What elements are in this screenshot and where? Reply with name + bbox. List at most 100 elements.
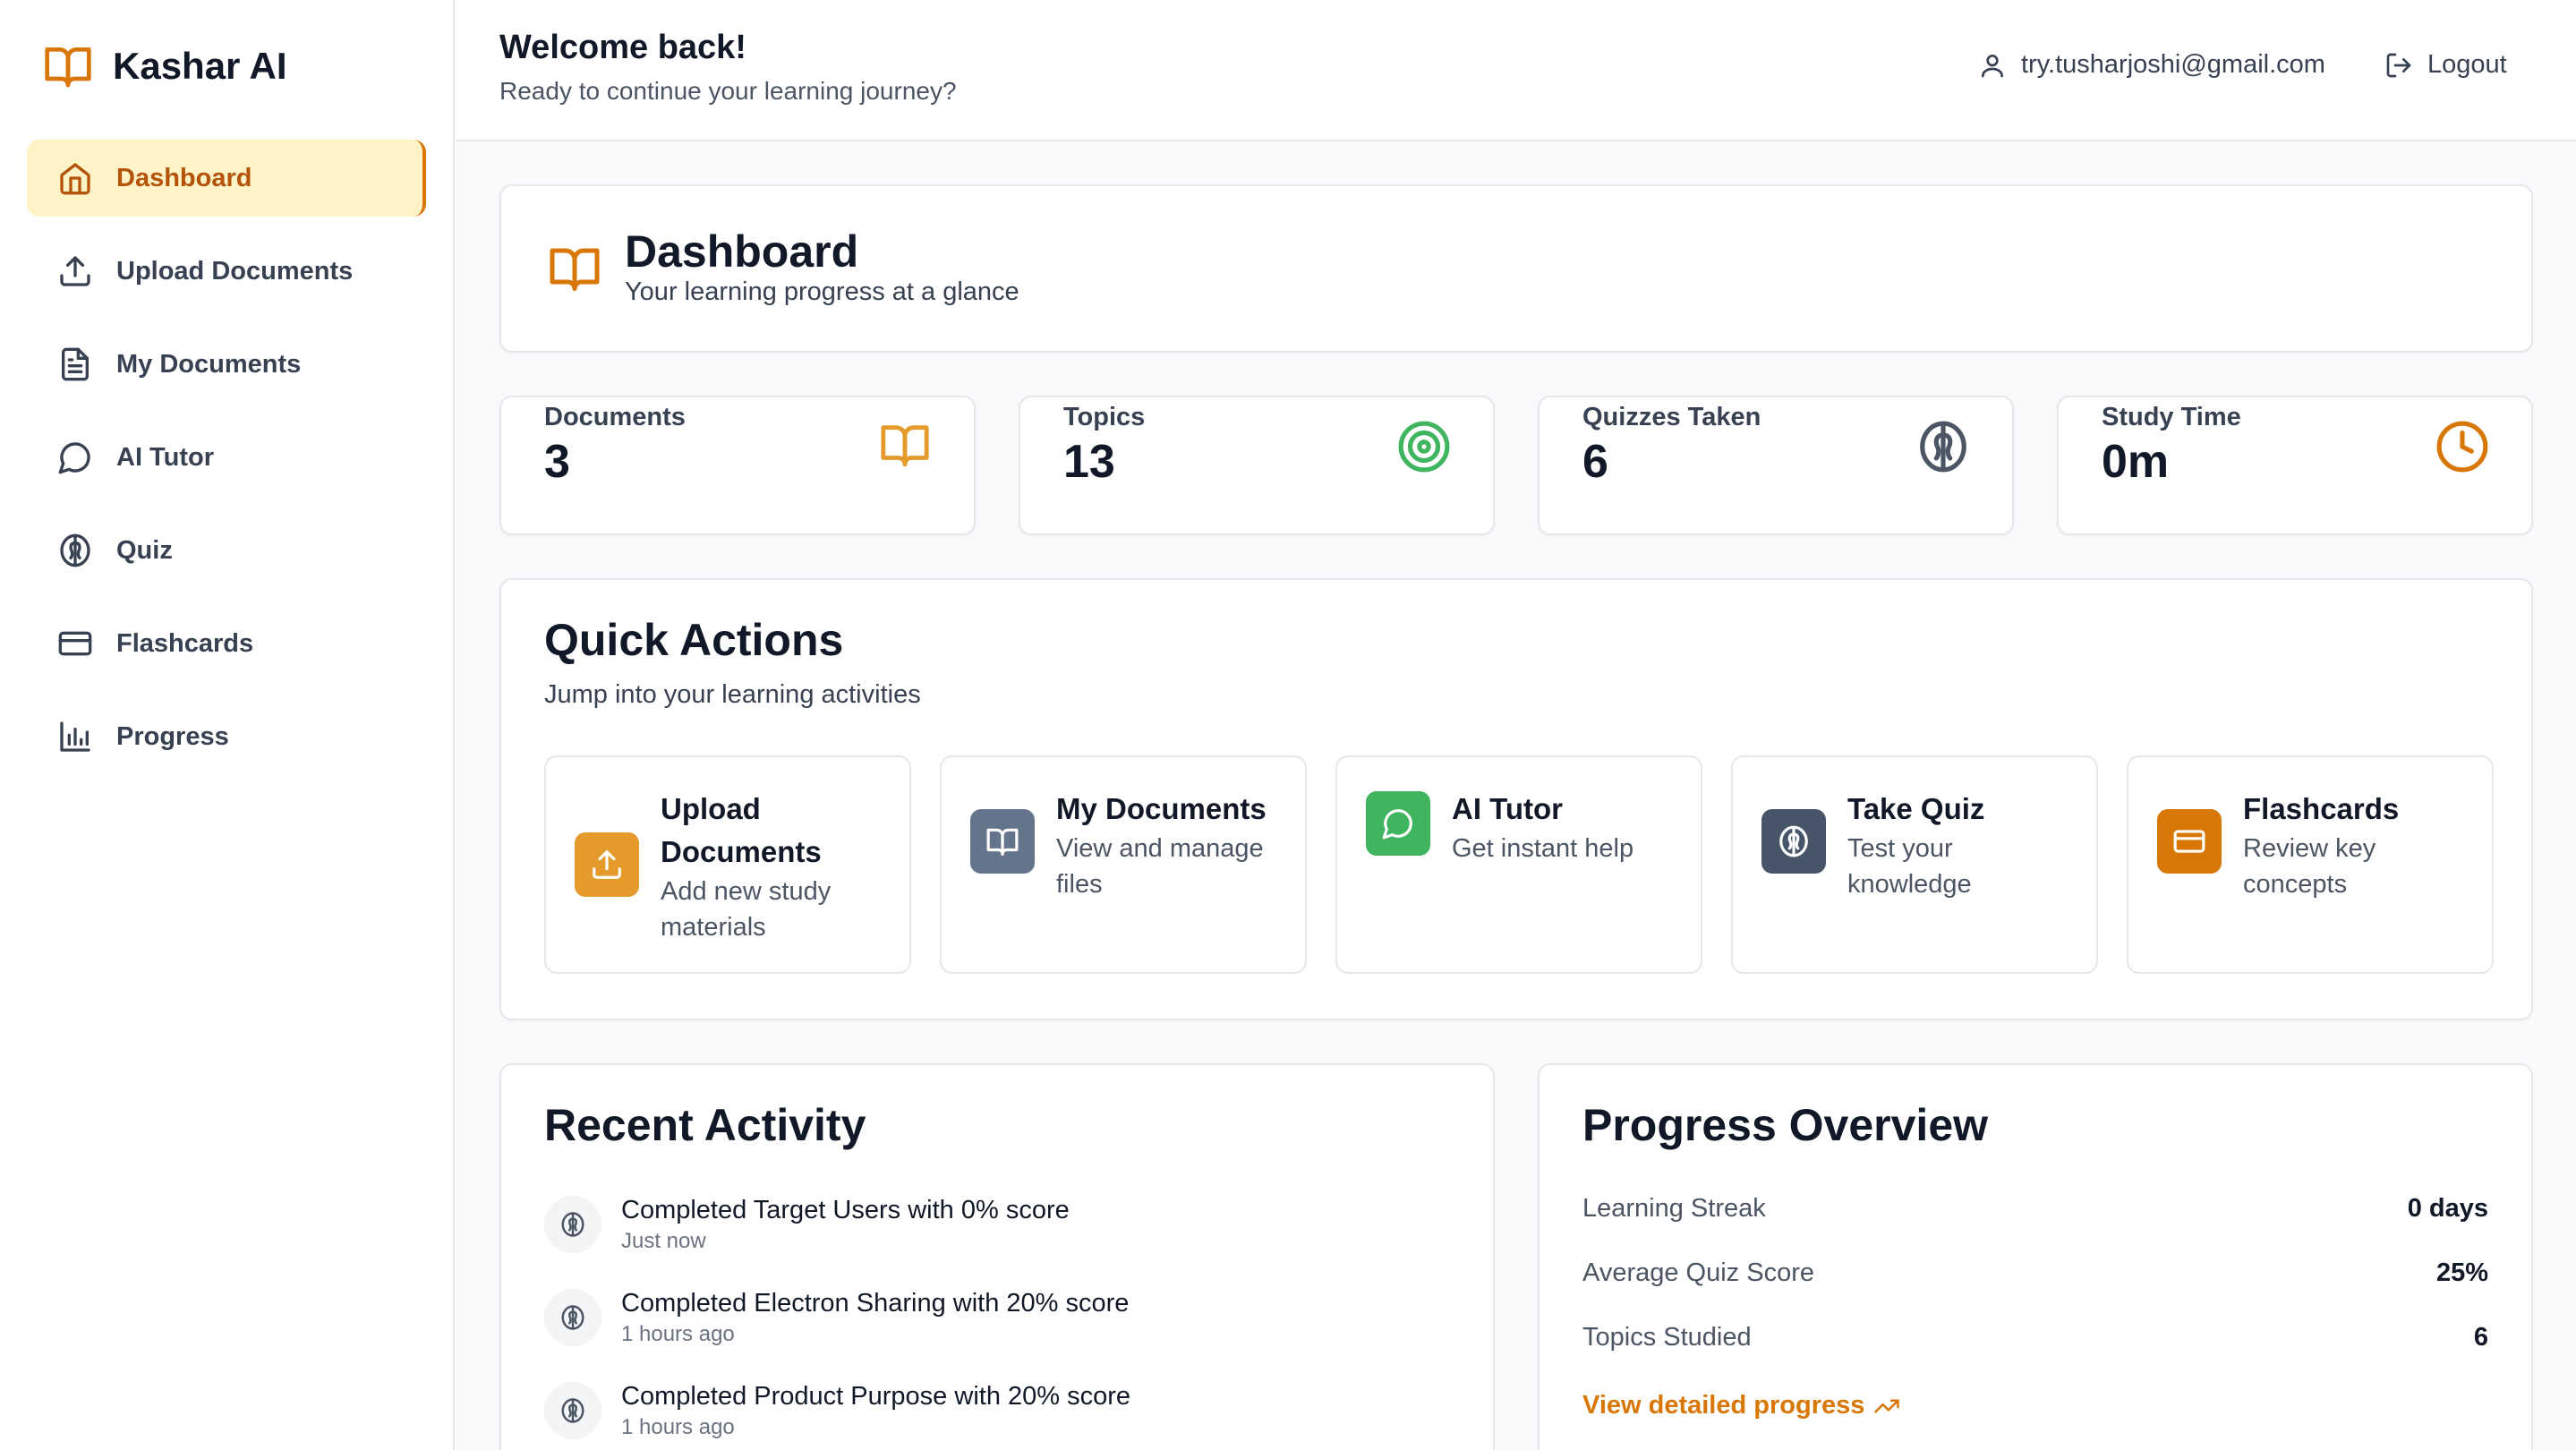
progress-label: Learning Streak [1582,1194,1766,1223]
quick-action-title: Upload [661,792,761,825]
sidebar-item-quiz[interactable]: Quiz [27,512,426,589]
welcome-subtitle: Ready to continue your learning journey? [499,77,957,105]
progress-row: Topics Studied 6 [1582,1323,2488,1359]
stat-card-quizzes: Quizzes Taken 6 [1538,396,2014,535]
stat-card-documents: Documents 3 [499,396,976,535]
sidebar: Kashar AI Dashboard Upload Documents My … [0,0,455,1450]
chat-icon [57,439,93,475]
user-account[interactable]: try.tusharjoshi@gmail.com [1978,50,2325,80]
brain-icon [544,1289,601,1346]
quick-action-desc: Add new study [661,877,832,906]
progress-row: Average Quiz Score 25% [1582,1258,2488,1294]
stat-value: 6 [1582,436,1608,488]
sidebar-item-label: Dashboard [116,163,252,192]
brain-icon [1915,419,1971,474]
recent-activity-card: Recent Activity Completed Target Users w… [499,1063,1495,1450]
sidebar-item-ai-tutor[interactable]: AI Tutor [27,419,426,496]
document-icon [57,346,93,382]
brain-icon [1761,809,1826,874]
upload-icon [575,832,639,897]
quick-action-desc: concepts [2243,870,2348,899]
quick-action-desc: Review key [2243,834,2376,863]
sidebar-item-label: AI Tutor [116,442,214,472]
activity-time: Just now [621,1229,706,1253]
sidebar-item-progress[interactable]: Progress [27,698,426,775]
progress-row: Learning Streak 0 days [1582,1194,2488,1230]
quick-actions-card: Quick Actions Jump into your learning ac… [499,578,2533,1020]
quick-action-title: My Documents [1056,792,1267,825]
card-icon [57,626,93,661]
quick-action-title: Flashcards [2243,792,2400,825]
top-header: Welcome back! Ready to continue your lea… [456,0,2576,141]
stat-label: Study Time [2102,403,2241,431]
brain-icon [57,533,93,568]
activity-time: 1 hours ago [621,1415,735,1439]
upload-icon [57,253,93,289]
progress-value: 6 [2473,1323,2488,1352]
section-title: Quick Actions [544,615,844,665]
user-email: try.tusharjoshi@gmail.com [2021,50,2325,79]
quick-action-flashcards[interactable]: Flashcards Review key concepts [2127,755,2494,974]
trending-up-icon [1873,1393,1900,1420]
clock-icon [2435,419,2490,474]
welcome-title: Welcome back! [499,29,746,66]
brain-icon [544,1382,601,1439]
brand[interactable]: Kashar AI [41,39,287,93]
quick-action-desc: View and manage [1056,834,1264,863]
quick-action-desc: Test your [1847,834,1953,863]
target-icon [1396,419,1452,474]
page-title: Dashboard [625,226,859,277]
stat-card-topics: Topics 13 [1019,396,1495,535]
section-subtitle: Jump into your learning activities [544,680,921,709]
quick-action-title: Take Quiz [1847,792,1985,825]
quick-action-take-quiz[interactable]: Take Quiz Test your knowledge [1731,755,2098,974]
sidebar-item-my-documents[interactable]: My Documents [27,326,426,403]
book-icon [877,419,933,471]
progress-label: Average Quiz Score [1582,1258,1814,1287]
quick-action-desc: Get instant help [1452,834,1634,863]
section-title: Recent Activity [544,1100,866,1150]
stat-label: Quizzes Taken [1582,403,1761,431]
sidebar-item-label: Quiz [116,535,173,565]
quick-action-upload-documents[interactable]: Upload Documents Add new study materials [544,755,911,974]
sidebar-item-label: Flashcards [116,628,254,658]
chat-icon [1366,791,1430,856]
activity-item: Completed Product Purpose with 20% score… [544,1378,1130,1450]
page-subtitle: Your learning progress at a glance [625,277,1019,306]
activity-text: Completed Target Users with 0% score [621,1196,1070,1224]
view-detailed-progress-link[interactable]: View detailed progress [1582,1391,1900,1420]
sidebar-item-dashboard[interactable]: Dashboard [27,140,426,217]
logout-label: Logout [2427,50,2507,79]
brain-icon [544,1196,601,1253]
app-name: Kashar AI [113,45,287,87]
book-icon [41,41,95,91]
stat-card-study-time: Study Time 0m [2057,396,2533,535]
quick-action-title: AI Tutor [1452,792,1564,825]
sidebar-item-upload-documents[interactable]: Upload Documents [27,233,426,310]
sidebar-nav: Dashboard Upload Documents My Documents … [27,140,426,791]
activity-time: 1 hours ago [621,1322,735,1346]
quick-action-ai-tutor[interactable]: AI Tutor Get instant help [1335,755,1702,974]
quick-action-desc: materials [661,913,766,942]
activity-text: Completed Product Purpose with 20% score [621,1382,1131,1411]
quick-action-desc: knowledge [1847,870,1972,899]
stat-label: Topics [1063,403,1146,431]
sidebar-item-label: Progress [116,721,229,751]
progress-label: Topics Studied [1582,1323,1752,1352]
link-label: View detailed progress [1582,1391,1865,1420]
stat-value: 3 [544,436,570,488]
stat-value: 0m [2102,436,2170,488]
bar-chart-icon [57,719,93,755]
home-icon [57,160,93,196]
activity-text: Completed Electron Sharing with 20% scor… [621,1289,1130,1318]
progress-value: 25% [2435,1258,2488,1287]
stat-value: 13 [1063,436,1115,488]
sidebar-item-flashcards[interactable]: Flashcards [27,605,426,682]
logout-button[interactable]: Logout [2384,50,2507,80]
section-title: Progress Overview [1582,1100,1989,1150]
card-icon [2157,809,2222,874]
progress-value: 0 days [2407,1194,2488,1223]
quick-action-my-documents[interactable]: My Documents View and manage files [940,755,1307,974]
sidebar-item-label: My Documents [116,349,302,379]
activity-item: Completed Target Users with 0% score Jus… [544,1192,1070,1264]
